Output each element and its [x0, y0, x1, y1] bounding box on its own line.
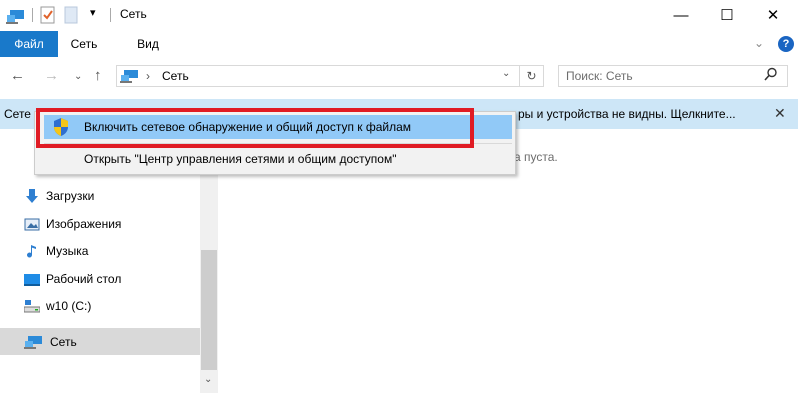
search-icon[interactable] — [764, 67, 778, 81]
drive-icon — [24, 300, 40, 313]
network-icon — [24, 336, 42, 349]
recent-locations-icon[interactable]: ⌄ — [74, 71, 82, 82]
download-arrow-icon — [26, 189, 38, 203]
search-placeholder: Поиск: Сеть — [566, 69, 633, 83]
new-folder-icon[interactable] — [64, 6, 78, 24]
sidebar-item-music[interactable]: Музыка — [24, 241, 88, 261]
scroll-down-icon[interactable]: ⌄ — [204, 374, 212, 385]
infobar-text-left: Сете — [4, 107, 31, 121]
title-separator — [32, 8, 33, 22]
tab-network[interactable]: Сеть — [62, 31, 106, 57]
refresh-icon[interactable]: ↻ — [520, 65, 544, 87]
minimize-button[interactable]: — — [658, 0, 704, 30]
sidebar-item-pictures[interactable]: Изображения — [24, 214, 121, 234]
sidebar-item-label: Музыка — [46, 244, 89, 258]
sidebar-item-label: Изображения — [46, 217, 122, 231]
maximize-button[interactable]: ☐ — [704, 0, 750, 30]
close-button[interactable]: ✕ — [750, 0, 796, 30]
infobar-text-right[interactable]: ры и устройства не видны. Щелкните... — [518, 107, 736, 121]
window-title: Сеть — [120, 7, 147, 21]
address-dropdown-icon[interactable]: ⌄ — [502, 68, 510, 79]
address-path[interactable]: Сеть — [162, 69, 189, 83]
annotation-highlight-box — [36, 108, 474, 148]
tab-view[interactable]: Вид — [128, 31, 168, 57]
sidebar-item-label: Рабочий стол — [46, 272, 122, 286]
scrollbar-thumb[interactable] — [201, 250, 217, 370]
network-icon — [120, 70, 138, 83]
up-arrow-icon[interactable]: ↑ — [94, 67, 102, 84]
forward-arrow-icon[interactable]: → — [44, 67, 59, 84]
network-icon — [6, 10, 24, 24]
sidebar-item-label: Сеть — [50, 335, 77, 349]
sidebar-item-desktop[interactable]: Рабочий стол — [24, 269, 121, 289]
sidebar-item-downloads[interactable]: Загрузки — [24, 186, 94, 206]
empty-folder-text: а пуста. — [514, 150, 558, 164]
sidebar-item-network[interactable]: Сеть — [24, 332, 77, 352]
desktop-icon — [24, 274, 40, 286]
infobar-close-icon[interactable]: ✕ — [774, 105, 786, 122]
music-note-icon — [27, 245, 36, 258]
properties-icon[interactable] — [40, 6, 56, 24]
expand-ribbon-icon[interactable]: ⌄ — [754, 36, 764, 50]
sidebar-item-label: Загрузки — [46, 189, 95, 203]
pictures-icon — [24, 218, 40, 231]
menu-item-open-network-center[interactable]: Открыть "Центр управления сетями и общим… — [84, 152, 396, 166]
quick-access-dropdown-icon[interactable]: ▾ — [90, 6, 96, 19]
help-button[interactable]: ? — [778, 36, 794, 52]
sidebar-item-drive-c[interactable]: w10 (C:) — [24, 296, 91, 316]
breadcrumb-chevron-icon[interactable]: › — [146, 69, 150, 83]
tab-file[interactable]: Файл — [0, 31, 58, 57]
title-separator-2 — [110, 8, 111, 22]
sidebar-item-label: w10 (C:) — [46, 299, 92, 313]
ribbon-bar — [0, 31, 798, 57]
back-arrow-icon[interactable]: ← — [10, 67, 25, 84]
